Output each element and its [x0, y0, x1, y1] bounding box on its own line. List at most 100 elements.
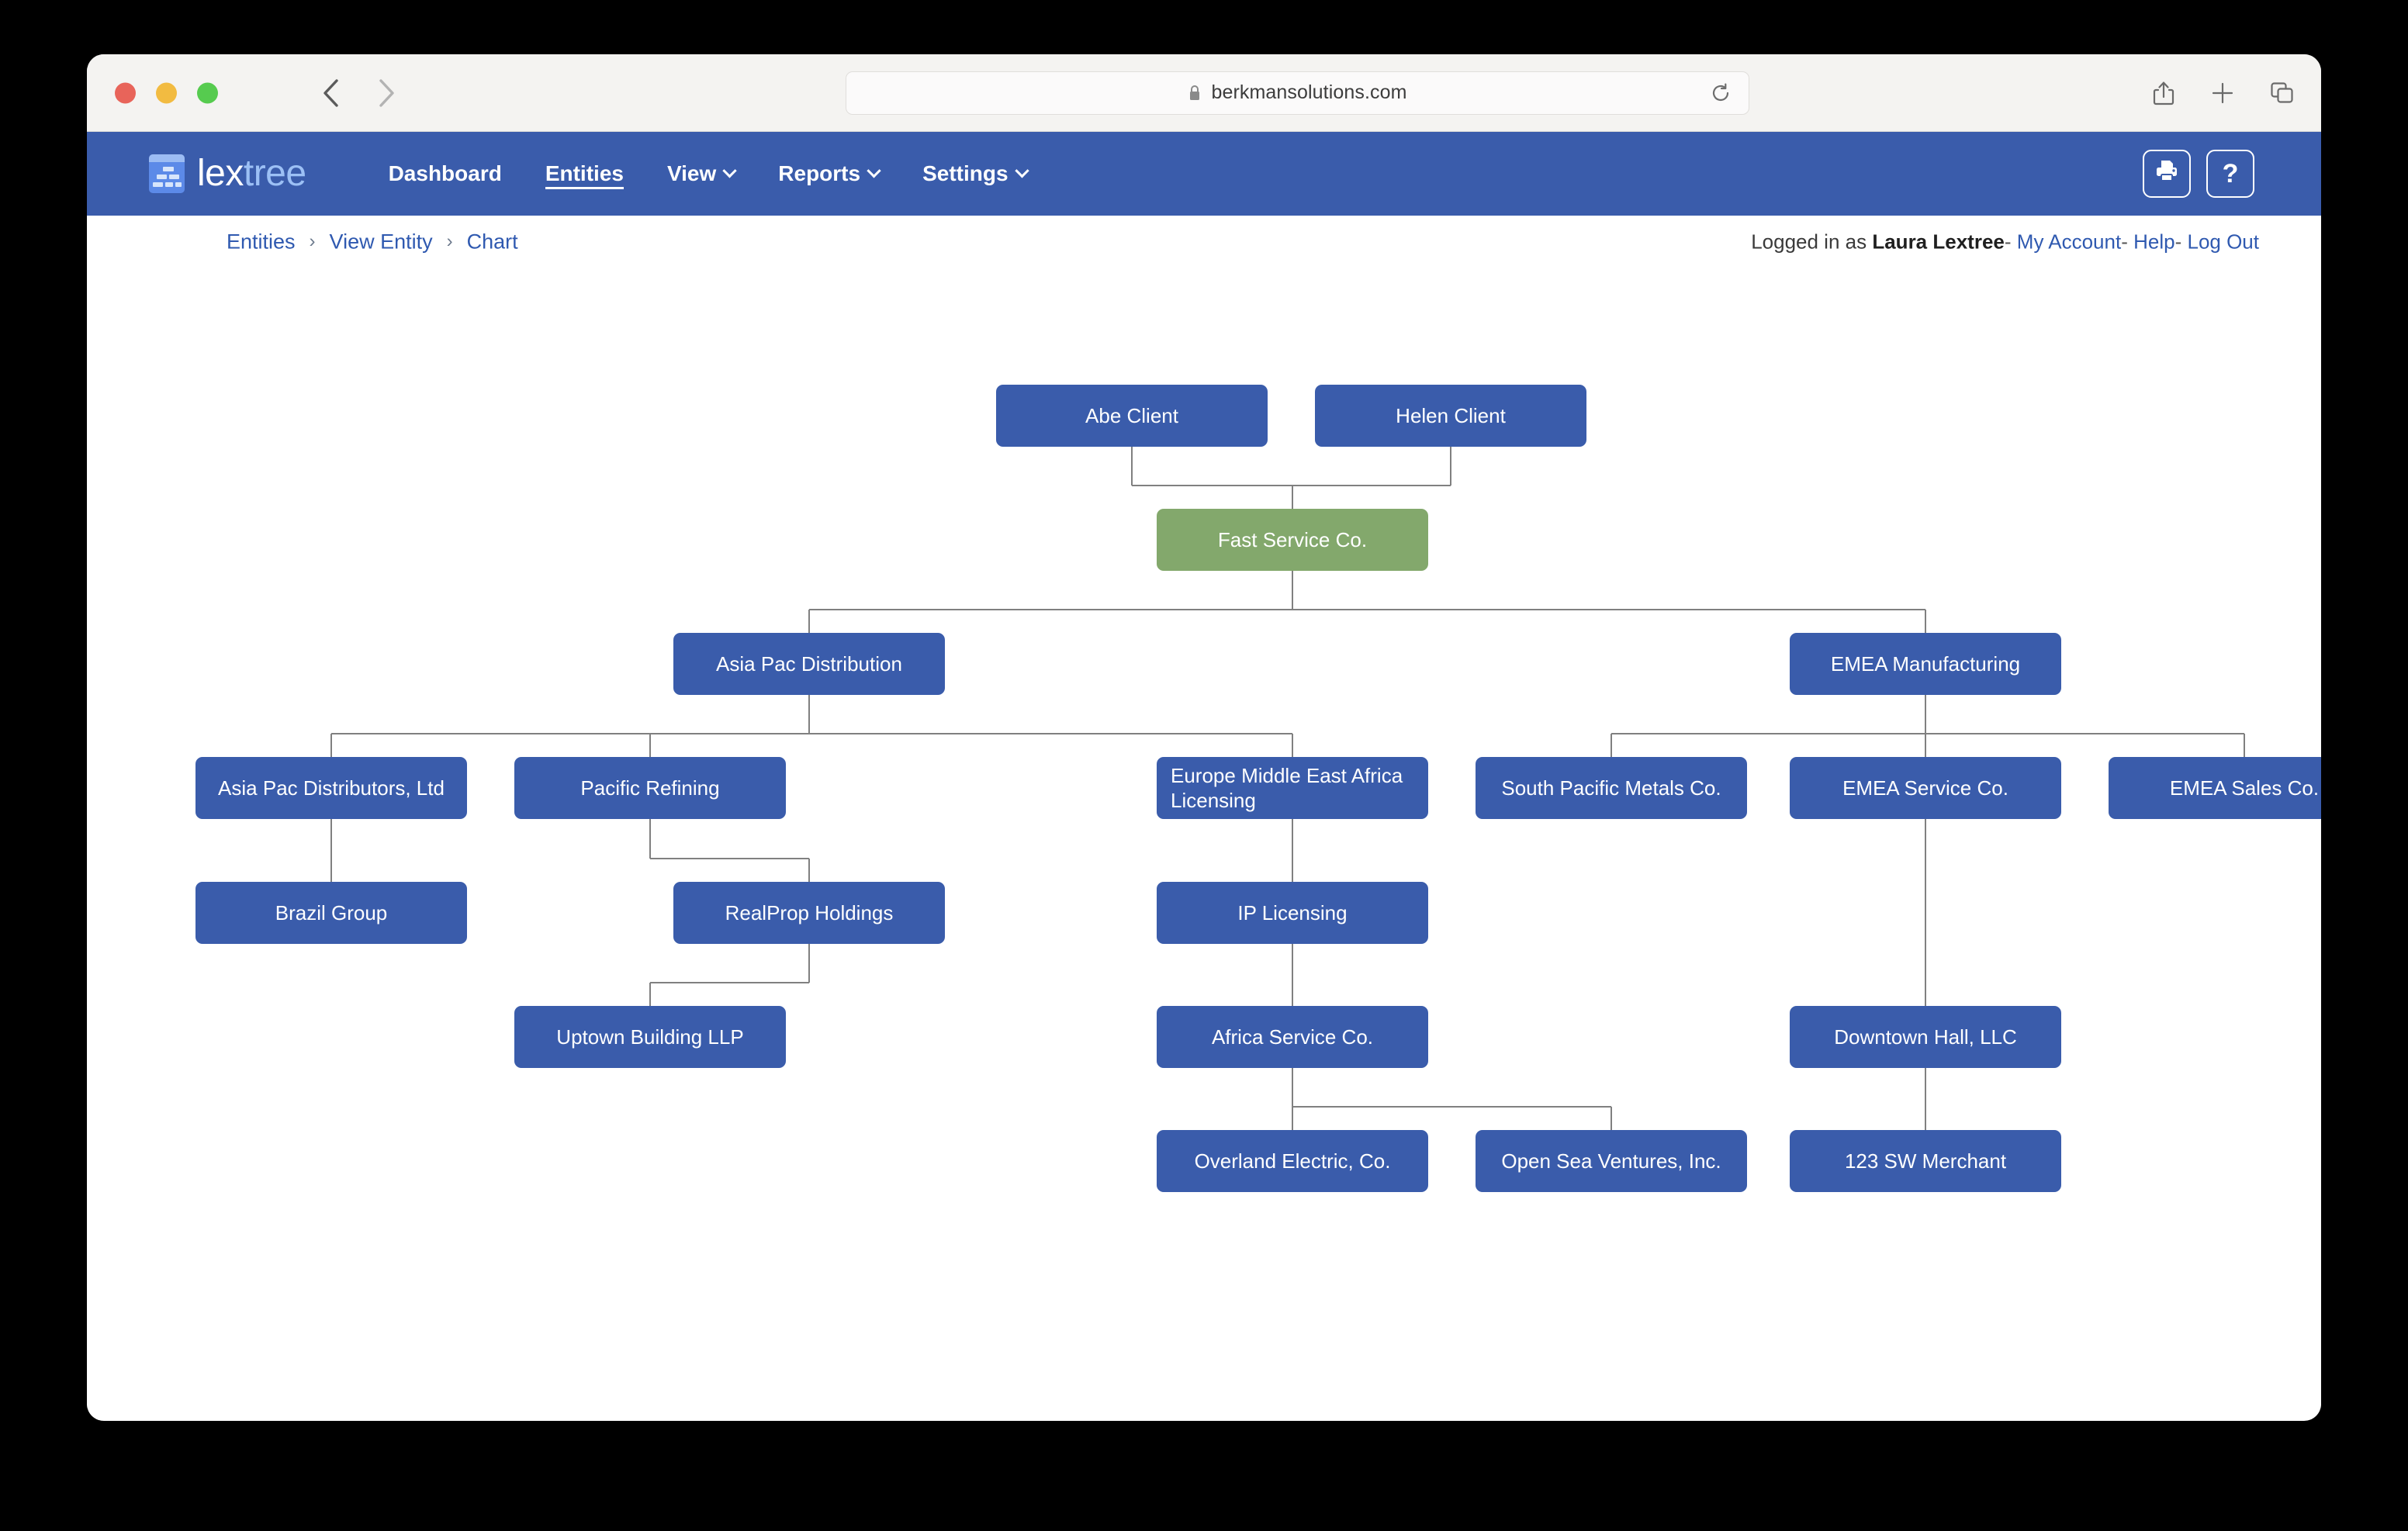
nav-label: Entities [545, 161, 624, 185]
org-node[interactable]: IP Licensing [1157, 882, 1428, 944]
chevron-right-icon: › [446, 230, 453, 252]
address-bar[interactable]: berkmansolutions.com [846, 71, 1749, 115]
org-node-label: 123 SW Merchant [1844, 1149, 2007, 1173]
help-button[interactable]: ? [2206, 150, 2254, 198]
back-icon[interactable] [315, 78, 346, 109]
nav-label: View [666, 161, 717, 185]
org-edge [808, 859, 810, 882]
print-button[interactable] [2143, 150, 2191, 198]
printer-icon [2154, 158, 2180, 190]
org-edge [331, 733, 1292, 734]
help-link[interactable]: Help [2133, 230, 2174, 253]
app-header: lextree Dashboard Entities View Reports … [87, 132, 2321, 216]
org-edge [649, 983, 651, 1006]
nav-item-entities[interactable]: Entities [524, 149, 645, 199]
lock-icon [1188, 84, 1202, 102]
org-node-label: RealProp Holdings [725, 900, 894, 924]
nav-item-reports[interactable]: Reports [756, 149, 901, 199]
org-node-label: Africa Service Co. [1211, 1025, 1374, 1049]
org-edge [1292, 1107, 1293, 1130]
org-node[interactable]: Downtown Hall, LLC [1790, 1006, 2061, 1068]
log-out-link[interactable]: Log Out [2187, 230, 2259, 253]
minimize-window-button[interactable] [156, 82, 177, 103]
org-node[interactable]: Europe Middle East Africa Licensing [1157, 757, 1428, 819]
main-nav: Dashboard Entities View Reports Settings [367, 149, 1049, 199]
browser-toolbar: berkmansolutions.com [87, 54, 2321, 132]
org-node[interactable]: Fast Service Co. [1157, 509, 1428, 571]
org-edge [809, 609, 1925, 610]
org-node[interactable]: EMEA Service Co. [1790, 757, 2061, 819]
breadcrumb: Entities › View Entity › Chart [227, 230, 518, 254]
org-node[interactable]: 123 SW Merchant [1790, 1130, 2061, 1192]
org-node-label: Europe Middle East Africa Licensing [1171, 763, 1403, 813]
breadcrumb-item-view-entity[interactable]: View Entity [330, 230, 433, 254]
logged-in-prefix: Logged in as [1751, 230, 1867, 253]
org-node-label: Abe Client [1085, 403, 1178, 427]
org-edge [1292, 1106, 1611, 1108]
reload-icon[interactable] [1710, 82, 1732, 104]
org-node[interactable]: Africa Service Co. [1157, 1006, 1428, 1068]
plus-icon[interactable] [2211, 81, 2234, 105]
org-edge [1925, 695, 1926, 734]
nav-label: Dashboard [388, 161, 502, 185]
org-node[interactable]: Overland Electric, Co. [1157, 1130, 1428, 1192]
org-node-label: Overland Electric, Co. [1194, 1149, 1391, 1173]
nav-item-dashboard[interactable]: Dashboard [367, 149, 524, 199]
org-edge [1292, 734, 1293, 757]
nav-item-settings[interactable]: Settings [901, 149, 1048, 199]
org-node-label: Asia Pac Distributors, Ltd [218, 776, 445, 800]
chevron-down-icon [722, 163, 737, 178]
forward-icon[interactable] [371, 78, 402, 109]
org-node[interactable]: RealProp Holdings [673, 882, 945, 944]
org-node-label: Open Sea Ventures, Inc. [1501, 1149, 1721, 1173]
org-chart: Abe Client Helen Client Fast Service Co. As… [87, 268, 2321, 1419]
org-edge [1925, 734, 1926, 757]
org-edge [1925, 1107, 1926, 1130]
org-edge [330, 819, 332, 859]
brand-logo[interactable]: lextree [149, 154, 306, 193]
window-controls [115, 82, 218, 103]
org-edge [1131, 447, 1133, 486]
org-node[interactable]: Asia Pac Distribution [673, 633, 945, 695]
header-actions: ? [2143, 150, 2254, 198]
nav-label: Settings [922, 161, 1009, 185]
breadcrumb-item-entities[interactable]: Entities [227, 230, 296, 254]
org-node-label: Pacific Refining [580, 776, 720, 800]
tabs-overview-icon[interactable] [2270, 81, 2295, 105]
org-node[interactable]: EMEA Sales Co. [2109, 757, 2321, 819]
org-edge [1611, 734, 1612, 757]
my-account-link[interactable]: My Account [2017, 230, 2121, 253]
close-window-button[interactable] [115, 82, 136, 103]
org-edge [1925, 1068, 1926, 1107]
org-edge [1611, 733, 2244, 734]
org-node[interactable]: Brazil Group [195, 882, 467, 944]
org-node[interactable]: Uptown Building LLP [514, 1006, 786, 1068]
org-edge [1292, 859, 1293, 882]
org-node[interactable]: Pacific Refining [514, 757, 786, 819]
org-node-label: Fast Service Co. [1217, 527, 1368, 551]
share-icon[interactable] [2152, 80, 2175, 106]
nav-item-view[interactable]: View [645, 149, 756, 199]
nav-label: Reports [778, 161, 861, 185]
logged-in-user: Laura Lextree [1872, 230, 2005, 253]
org-edge [1132, 485, 1292, 486]
org-node[interactable]: Helen Client [1315, 385, 1586, 447]
org-edge [650, 858, 809, 859]
org-edge [1292, 571, 1293, 610]
org-node[interactable]: EMEA Manufacturing [1790, 633, 2061, 695]
org-edge [1292, 485, 1451, 486]
org-edge [1925, 983, 1926, 1006]
org-edge [808, 610, 810, 633]
breadcrumb-item-chart[interactable]: Chart [467, 230, 518, 254]
org-node[interactable]: Open Sea Ventures, Inc. [1476, 1130, 1747, 1192]
maximize-window-button[interactable] [197, 82, 218, 103]
org-node[interactable]: South Pacific Metals Co. [1476, 757, 1747, 819]
org-node-label: Helen Client [1396, 403, 1506, 427]
org-edge [1292, 983, 1293, 1006]
org-node[interactable]: Asia Pac Distributors, Ltd [195, 757, 467, 819]
org-node-label: Uptown Building LLP [556, 1025, 744, 1049]
org-node[interactable]: Abe Client [996, 385, 1268, 447]
org-node-label: Brazil Group [275, 900, 388, 924]
org-node-label: Asia Pac Distribution [716, 651, 902, 676]
chevron-right-icon: › [309, 230, 316, 252]
